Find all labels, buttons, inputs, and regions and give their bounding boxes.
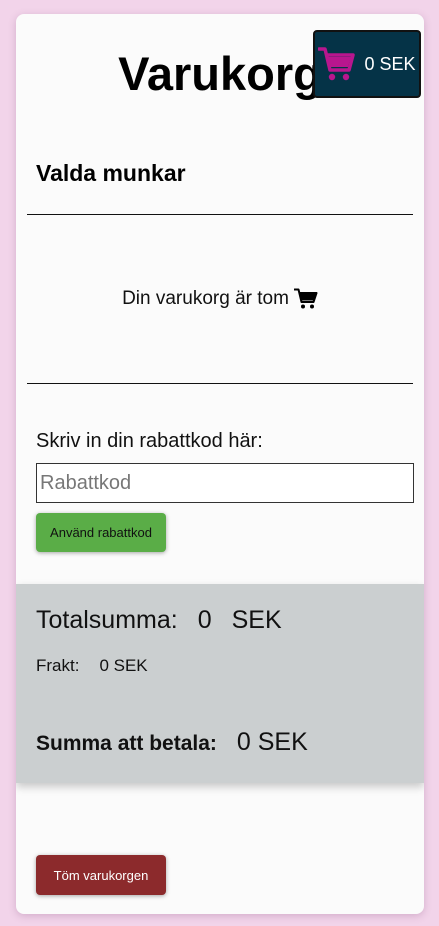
empty-cart-message: Din varukorg är tom — [16, 288, 424, 310]
shopping-cart-icon — [293, 288, 318, 309]
freight-row: Frakt: 0 SEK — [36, 656, 148, 676]
total-row: Totalsumma: 0 SEK — [36, 606, 282, 635]
selected-items-heading: Valda munkar — [36, 160, 186, 186]
discount-code-input[interactable] — [36, 463, 414, 503]
clear-cart-button[interactable]: Töm varukorgen — [36, 855, 166, 895]
total-value: 0 — [197, 606, 212, 634]
freight-label: Frakt: — [36, 656, 80, 675]
order-summary: Totalsumma: 0 SEK Frakt: 0 SEK Summa att… — [16, 584, 424, 783]
divider-bottom — [27, 383, 413, 384]
freight-value: 0 SEK — [99, 656, 148, 675]
empty-cart-text: Din varukorg är tom — [122, 288, 289, 309]
discount-label: Skriv in din rabattkod här: — [36, 430, 263, 452]
amount-to-pay-label: Summa att betala: — [36, 732, 217, 755]
shopping-cart-icon — [318, 47, 356, 81]
apply-discount-button[interactable]: Använd rabattkod — [36, 513, 166, 552]
total-label: Totalsumma: — [36, 606, 178, 634]
amount-to-pay-row: Summa att betala: 0 SEK — [36, 728, 308, 757]
cart-total-text: 0 SEK — [364, 53, 416, 74]
cart-card: Varukorg 0 SEK Valda munkar Din varukorg… — [16, 14, 424, 914]
cart-total-button[interactable]: 0 SEK — [313, 30, 421, 98]
total-currency: SEK — [231, 606, 282, 634]
amount-to-pay-value: 0 SEK — [236, 728, 308, 756]
divider-top — [27, 214, 413, 215]
